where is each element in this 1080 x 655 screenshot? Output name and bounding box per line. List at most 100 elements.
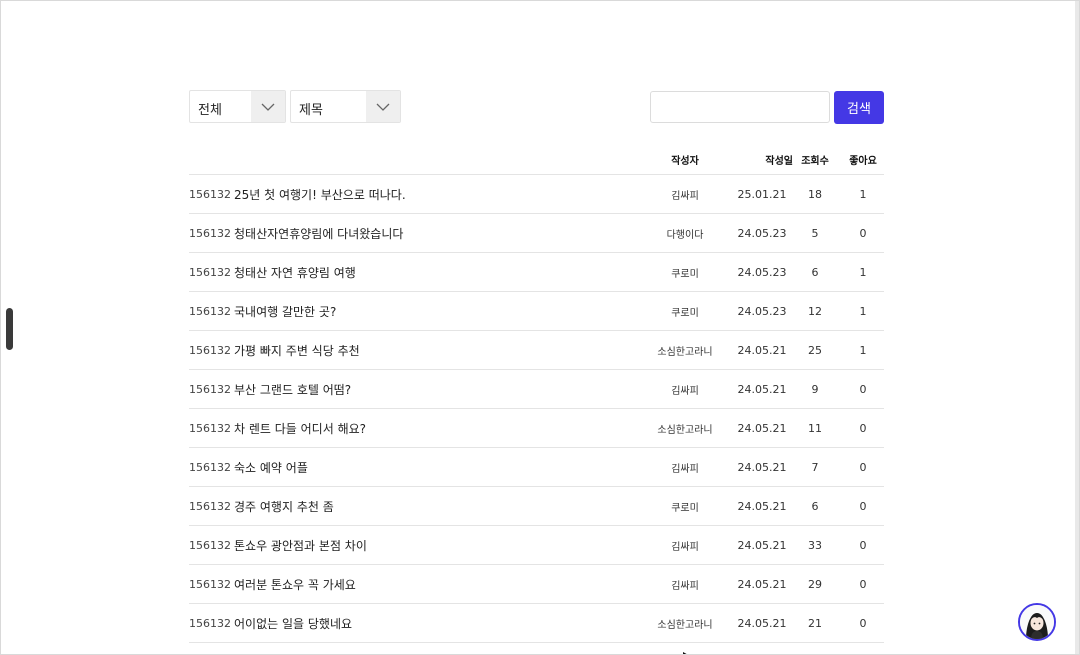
post-likes: 0 — [859, 538, 867, 552]
post-id: 156132 — [189, 265, 231, 279]
search-toolbar: 전체 제목 검색 — [189, 90, 885, 125]
avatar[interactable] — [1018, 603, 1056, 641]
post-likes: 1 — [859, 343, 867, 357]
post-title-link[interactable]: 25년 첫 여행기! 부산으로 떠나다. — [234, 175, 654, 213]
post-writer: 쿠로미 — [671, 268, 699, 280]
post-likes: 0 — [859, 577, 867, 591]
post-date: 25.01.21 — [737, 187, 787, 201]
post-title-link[interactable]: 숙소 예약 어플 — [234, 448, 654, 486]
post-id: 156132 — [189, 616, 231, 630]
post-likes: 0 — [859, 226, 867, 240]
post-views: 6 — [811, 265, 819, 279]
side-scroll-handle[interactable] — [6, 308, 13, 350]
post-date: 24.05.23 — [737, 226, 787, 240]
post-views: 18 — [808, 187, 822, 201]
table-row[interactable]: 156132 부산 그랜드 호텔 어떰? 김싸피 24.05.21 9 0 — [189, 370, 884, 409]
post-writer: 소심한고라니 — [657, 424, 713, 436]
post-title-link[interactable]: 청태산자연휴양림에 다녀왔습니다 — [234, 214, 654, 252]
post-date: 24.05.21 — [737, 577, 787, 591]
post-writer: 소심한고라니 — [657, 346, 713, 358]
table-row[interactable]: 156132 차 렌트 다들 어디서 해요? 소심한고라니 24.05.21 11 0 — [189, 409, 884, 448]
post-views: 21 — [808, 616, 822, 630]
post-id: 156132 — [189, 343, 231, 357]
table-row[interactable]: 156132 어이없는 일을 당했네요 소심한고라니 24.05.21 21 0 — [189, 604, 884, 643]
post-title-link[interactable]: 청태산 자연 휴양림 여행 — [234, 253, 654, 291]
post-id: 156132 — [189, 421, 231, 435]
category-select-value: 전체 — [198, 103, 222, 118]
table-header: 작성자 작성일 조회수 좋아요 — [189, 144, 884, 175]
header-date: 작성일 — [765, 155, 793, 167]
post-likes: 0 — [859, 499, 867, 513]
table-row[interactable]: 156132 국내여행 갈만한 곳? 쿠로미 24.05.23 12 1 — [189, 292, 884, 331]
post-id: 156132 — [189, 538, 231, 552]
post-writer: 쿠로미 — [671, 502, 699, 514]
window-edge — [1075, 1, 1079, 654]
post-date: 24.05.23 — [737, 304, 787, 318]
post-date: 24.05.21 — [737, 499, 787, 513]
cursor-icon — [682, 647, 694, 654]
post-id: 156132 — [189, 577, 231, 591]
post-views: 25 — [808, 343, 822, 357]
post-views: 9 — [811, 382, 819, 396]
post-title-link[interactable]: 경주 여행지 추천 좀 — [234, 487, 654, 525]
post-date: 24.05.21 — [737, 343, 787, 357]
search-button[interactable]: 검색 — [834, 91, 884, 124]
post-id: 156132 — [189, 187, 231, 201]
post-writer: 김싸피 — [671, 190, 699, 202]
post-writer: 김싸피 — [671, 463, 699, 475]
post-id: 156132 — [189, 304, 231, 318]
post-id: 156132 — [189, 460, 231, 474]
table-row[interactable]: 156132 가평 빠지 주변 식당 추천 소심한고라니 24.05.21 25 1 — [189, 331, 884, 370]
table-body: 156132 25년 첫 여행기! 부산으로 떠나다. 김싸피 25.01.21 18 1… — [189, 175, 884, 643]
post-views: 12 — [808, 304, 822, 318]
app-frame: 전체 제목 검색 작성자 작성일 조회수 좋아요 156132 25년 첫 여행기… — [0, 0, 1080, 655]
chevron-down-icon — [366, 91, 400, 122]
post-title-link[interactable]: 차 렌트 다들 어디서 해요? — [234, 409, 654, 447]
post-title-link[interactable]: 부산 그랜드 호텔 어떰? — [234, 370, 654, 408]
post-views: 11 — [808, 421, 822, 435]
post-likes: 0 — [859, 616, 867, 630]
post-date: 24.05.21 — [737, 382, 787, 396]
post-likes: 0 — [859, 382, 867, 396]
search-field-select[interactable]: 제목 — [290, 90, 401, 123]
table-row[interactable]: 156132 25년 첫 여행기! 부산으로 떠나다. 김싸피 25.01.21 18 1 — [189, 175, 884, 214]
header-writer: 작성자 — [671, 155, 699, 167]
post-writer: 김싸피 — [671, 385, 699, 397]
post-board: 작성자 작성일 조회수 좋아요 156132 25년 첫 여행기! 부산으로 떠나… — [189, 144, 884, 643]
table-row[interactable]: 156132 톤쇼우 광안점과 본점 차이 김싸피 24.05.21 33 0 — [189, 526, 884, 565]
post-views: 7 — [811, 460, 819, 474]
post-likes: 0 — [859, 421, 867, 435]
post-id: 156132 — [189, 499, 231, 513]
post-title-link[interactable]: 여러분 톤쇼우 꼭 가세요 — [234, 565, 654, 603]
post-views: 33 — [808, 538, 822, 552]
header-views: 조회수 — [801, 155, 829, 167]
post-title-link[interactable]: 톤쇼우 광안점과 본점 차이 — [234, 526, 654, 564]
search-input[interactable] — [650, 91, 830, 123]
post-title-link[interactable]: 어이없는 일을 당했네요 — [234, 604, 654, 642]
post-likes: 1 — [859, 187, 867, 201]
post-writer: 쿠로미 — [671, 307, 699, 319]
table-row[interactable]: 156132 여러분 톤쇼우 꼭 가세요 김싸피 24.05.21 29 0 — [189, 565, 884, 604]
post-id: 156132 — [189, 226, 231, 240]
post-views: 29 — [808, 577, 822, 591]
post-date: 24.05.23 — [737, 265, 787, 279]
post-writer: 다행이다 — [666, 229, 704, 241]
post-views: 6 — [811, 499, 819, 513]
chevron-down-icon — [251, 91, 285, 122]
table-row[interactable]: 156132 경주 여행지 추천 좀 쿠로미 24.05.21 6 0 — [189, 487, 884, 526]
post-writer: 김싸피 — [671, 580, 699, 592]
post-title-link[interactable]: 국내여행 갈만한 곳? — [234, 292, 654, 330]
post-likes: 1 — [859, 265, 867, 279]
table-row[interactable]: 156132 숙소 예약 어플 김싸피 24.05.21 7 0 — [189, 448, 884, 487]
post-id: 156132 — [189, 382, 231, 396]
category-select[interactable]: 전체 — [189, 90, 286, 123]
table-row[interactable]: 156132 청태산자연휴양림에 다녀왔습니다 다행이다 24.05.23 5 0 — [189, 214, 884, 253]
table-row[interactable]: 156132 청태산 자연 휴양림 여행 쿠로미 24.05.23 6 1 — [189, 253, 884, 292]
post-date: 24.05.21 — [737, 538, 787, 552]
post-date: 24.05.21 — [737, 460, 787, 474]
post-likes: 1 — [859, 304, 867, 318]
post-title-link[interactable]: 가평 빠지 주변 식당 추천 — [234, 331, 654, 369]
post-writer: 소심한고라니 — [657, 619, 713, 631]
post-likes: 0 — [859, 460, 867, 474]
post-writer: 김싸피 — [671, 541, 699, 553]
